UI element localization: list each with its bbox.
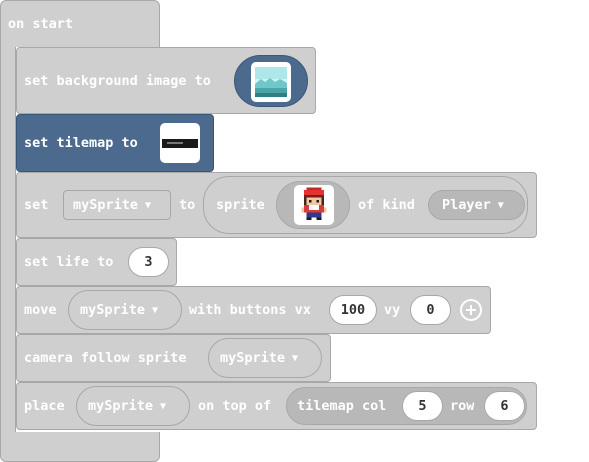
place-sprite-dropdown[interactable]: mySprite ▼	[76, 386, 190, 426]
row-value-input[interactable]: 6	[484, 391, 525, 421]
sprite-image-picker[interactable]	[276, 181, 350, 229]
set-sprite-set-label: set	[24, 197, 49, 213]
kind-dropdown[interactable]: Player ▼	[428, 190, 525, 220]
chevron-down-icon: ▼	[145, 200, 152, 211]
player-character-sprite-icon	[294, 185, 334, 225]
life-value-input[interactable]: 3	[128, 247, 169, 277]
camera-follow-label: camera follow sprite	[24, 350, 187, 366]
on-top-of-label: on top of	[198, 398, 272, 414]
set-tilemap-label: set tilemap to	[24, 135, 138, 151]
set-sprite-to-label: to	[179, 197, 196, 213]
chevron-down-icon: ▼	[497, 200, 504, 211]
ocean-background-thumbnail-icon	[251, 62, 291, 102]
row-label: row	[450, 398, 475, 414]
set-background-label: set background image to	[24, 73, 211, 89]
sprite-label: sprite	[216, 197, 265, 213]
add-plus-icon[interactable]	[460, 299, 482, 321]
tilemap-thumbnail-icon	[162, 139, 198, 148]
vy-value-input[interactable]: 0	[410, 295, 451, 325]
set-life-label: set life to	[24, 254, 114, 270]
move-sprite-dropdown[interactable]: mySprite ▼	[68, 290, 182, 330]
camera-sprite-dropdown[interactable]: mySprite ▼	[208, 338, 322, 378]
vy-label: vy	[384, 302, 401, 318]
chevron-down-icon: ▼	[292, 353, 299, 364]
chevron-down-icon: ▼	[160, 401, 167, 412]
vx-value-input[interactable]: 100	[329, 295, 377, 325]
place-label: place	[24, 398, 65, 414]
chevron-down-icon: ▼	[152, 305, 159, 316]
background-image-picker[interactable]	[234, 55, 308, 107]
move-label: move	[24, 302, 57, 318]
tilemap-picker[interactable]	[160, 123, 200, 163]
col-value-input[interactable]: 5	[402, 391, 443, 421]
on-start-label: on start	[8, 16, 74, 32]
of-kind-label: of kind	[358, 197, 415, 213]
tilemap-col-label: tilemap col	[297, 398, 387, 414]
sprite-variable-dropdown[interactable]: mySprite ▼	[63, 190, 171, 220]
move-with-label: with buttons vx	[189, 302, 311, 318]
